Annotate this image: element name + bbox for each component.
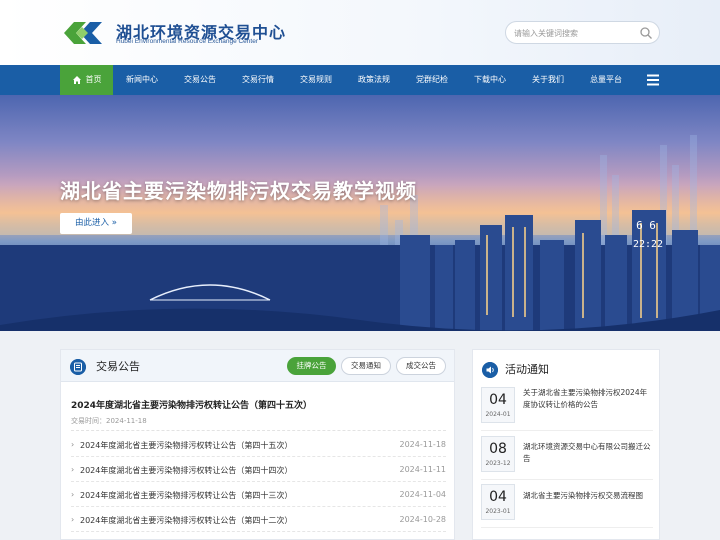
list-item[interactable]: › 2024年度湖北省主要污染物排污权转让公告（第四十五次） 2024-11-1…: [71, 432, 446, 457]
nav-item-downloads[interactable]: 下载中心: [461, 65, 519, 95]
menu-icon[interactable]: [646, 73, 660, 87]
list-item[interactable]: › 2024年度湖北省主要污染物排污权转让公告（第四十三次） 2024-11-0…: [71, 482, 446, 507]
list-item-title: 2024年度湖北省主要污染物排污权转让公告（第四十四次）: [80, 466, 293, 475]
nav-item-party[interactable]: 党群纪检: [403, 65, 461, 95]
site-header: 湖北环境资源交易中心 Hubei Environmental Resource …: [0, 0, 720, 65]
search-icon[interactable]: [639, 26, 653, 40]
list-item-date: 2024-11-04: [399, 490, 447, 499]
tab-deal-notice[interactable]: 成交公告: [396, 357, 446, 375]
list-item-date: 2024-11-18: [399, 440, 447, 449]
announcements-header: 交易公告 挂牌公告 交易通知 成交公告: [61, 350, 454, 382]
screen-number-top: 6 6: [636, 219, 656, 232]
nav-item-news[interactable]: 新闻中心: [113, 65, 171, 95]
bullet-icon: ›: [71, 465, 75, 474]
nav-item-policies[interactable]: 政策法规: [345, 65, 403, 95]
search-input[interactable]: [514, 26, 639, 40]
home-icon: [72, 75, 81, 84]
date-box: 08 2023-12: [481, 436, 515, 472]
banner-title: 湖北省主要污染物排污权交易教学视频: [60, 179, 417, 203]
speaker-icon: [482, 362, 498, 378]
featured-announcement-title[interactable]: 2024年度湖北省主要污染物排污权转让公告（第四十五次）: [71, 398, 312, 411]
activity-item[interactable]: 04 2024-01 关于湖北省主要污染物排污权2024年度协议转让价格的公告: [481, 387, 653, 433]
search-box: [505, 21, 660, 44]
nav-item-announcements[interactable]: 交易公告: [171, 65, 229, 95]
divider: [481, 527, 653, 528]
activities-card: 活动通知 04 2024-01 关于湖北省主要污染物排污权2024年度协议转让价…: [472, 349, 660, 540]
announcements-card: 交易公告 挂牌公告 交易通知 成交公告 2024年度湖北省主要污染物排污权转让公…: [60, 349, 455, 540]
bullet-icon: ›: [71, 515, 75, 524]
nav-item-rules[interactable]: 交易规则: [287, 65, 345, 95]
list-item-date: 2024-11-11: [399, 465, 447, 474]
activity-item[interactable]: 04 2023-01 湖北省主要污染物排污权交易流程图: [481, 484, 653, 530]
hero-banner: 6 6 22:22 湖北省主要污染物排污权交易教学视频 由此进入 »: [0, 95, 720, 331]
nav-item-about[interactable]: 关于我们: [519, 65, 577, 95]
screen-number-bottom: 22:22: [633, 239, 663, 250]
logo-icon[interactable]: [60, 18, 108, 48]
bullet-icon: ›: [71, 440, 75, 449]
divider: [71, 430, 446, 431]
list-item-title: 2024年度湖北省主要污染物排污权转让公告（第四十三次）: [80, 491, 293, 500]
nav-item-platform[interactable]: 总量平台: [577, 65, 635, 95]
nav-item-market[interactable]: 交易行情: [229, 65, 287, 95]
enter-button[interactable]: 由此进入 »: [60, 213, 132, 234]
activities-title: 活动通知: [505, 363, 549, 376]
announcements-title: 交易公告: [96, 360, 140, 373]
featured-announcement-date: 交易时间：2024-11-18: [71, 417, 147, 425]
nav-item-home[interactable]: 首页: [60, 65, 113, 95]
activity-day: 04: [489, 489, 507, 505]
nav-label-home: 首页: [85, 75, 102, 84]
divider: [481, 479, 653, 480]
activity-year-month: 2023-01: [485, 508, 511, 515]
list-item-title: 2024年度湖北省主要污染物排污权转让公告（第四十五次）: [80, 441, 293, 450]
activity-year-month: 2023-12: [485, 460, 511, 467]
divider: [481, 430, 653, 431]
date-box: 04 2024-01: [481, 387, 515, 423]
list-item[interactable]: › 2024年度湖北省主要污染物排污权转让公告（第四十四次） 2024-11-1…: [71, 457, 446, 482]
activity-title: 湖北环境资源交易中心有限公司搬迁公告: [523, 442, 651, 463]
list-item[interactable]: › 2024年度湖北省主要污染物排污权转让公告（第四十二次） 2024-10-2…: [71, 507, 446, 532]
activity-item[interactable]: 08 2023-12 湖北环境资源交易中心有限公司搬迁公告: [481, 436, 653, 482]
activity-title: 湖北省主要污染物排污权交易流程图: [523, 491, 643, 500]
activity-day: 04: [489, 392, 507, 408]
tab-trade-notice[interactable]: 交易通知: [341, 357, 391, 375]
bullet-icon: ›: [71, 490, 75, 499]
announcement-icon: [70, 359, 86, 375]
activity-day: 08: [489, 441, 507, 457]
main-nav: 首页 新闻中心 交易公告 交易行情 交易规则 政策法规 党群纪检 下载中心 关于…: [0, 65, 720, 95]
activity-year-month: 2024-01: [485, 411, 511, 418]
activity-title: 关于湖北省主要污染物排污权2024年度协议转让价格的公告: [523, 388, 648, 409]
list-item-date: 2024-10-28: [399, 515, 447, 524]
list-item-title: 2024年度湖北省主要污染物排污权转让公告（第四十二次）: [80, 516, 293, 525]
tab-listing[interactable]: 挂牌公告: [287, 357, 336, 375]
site-name-en: Hubei Environmental Resource Exchange Ce…: [116, 38, 258, 45]
date-box: 04 2023-01: [481, 484, 515, 520]
